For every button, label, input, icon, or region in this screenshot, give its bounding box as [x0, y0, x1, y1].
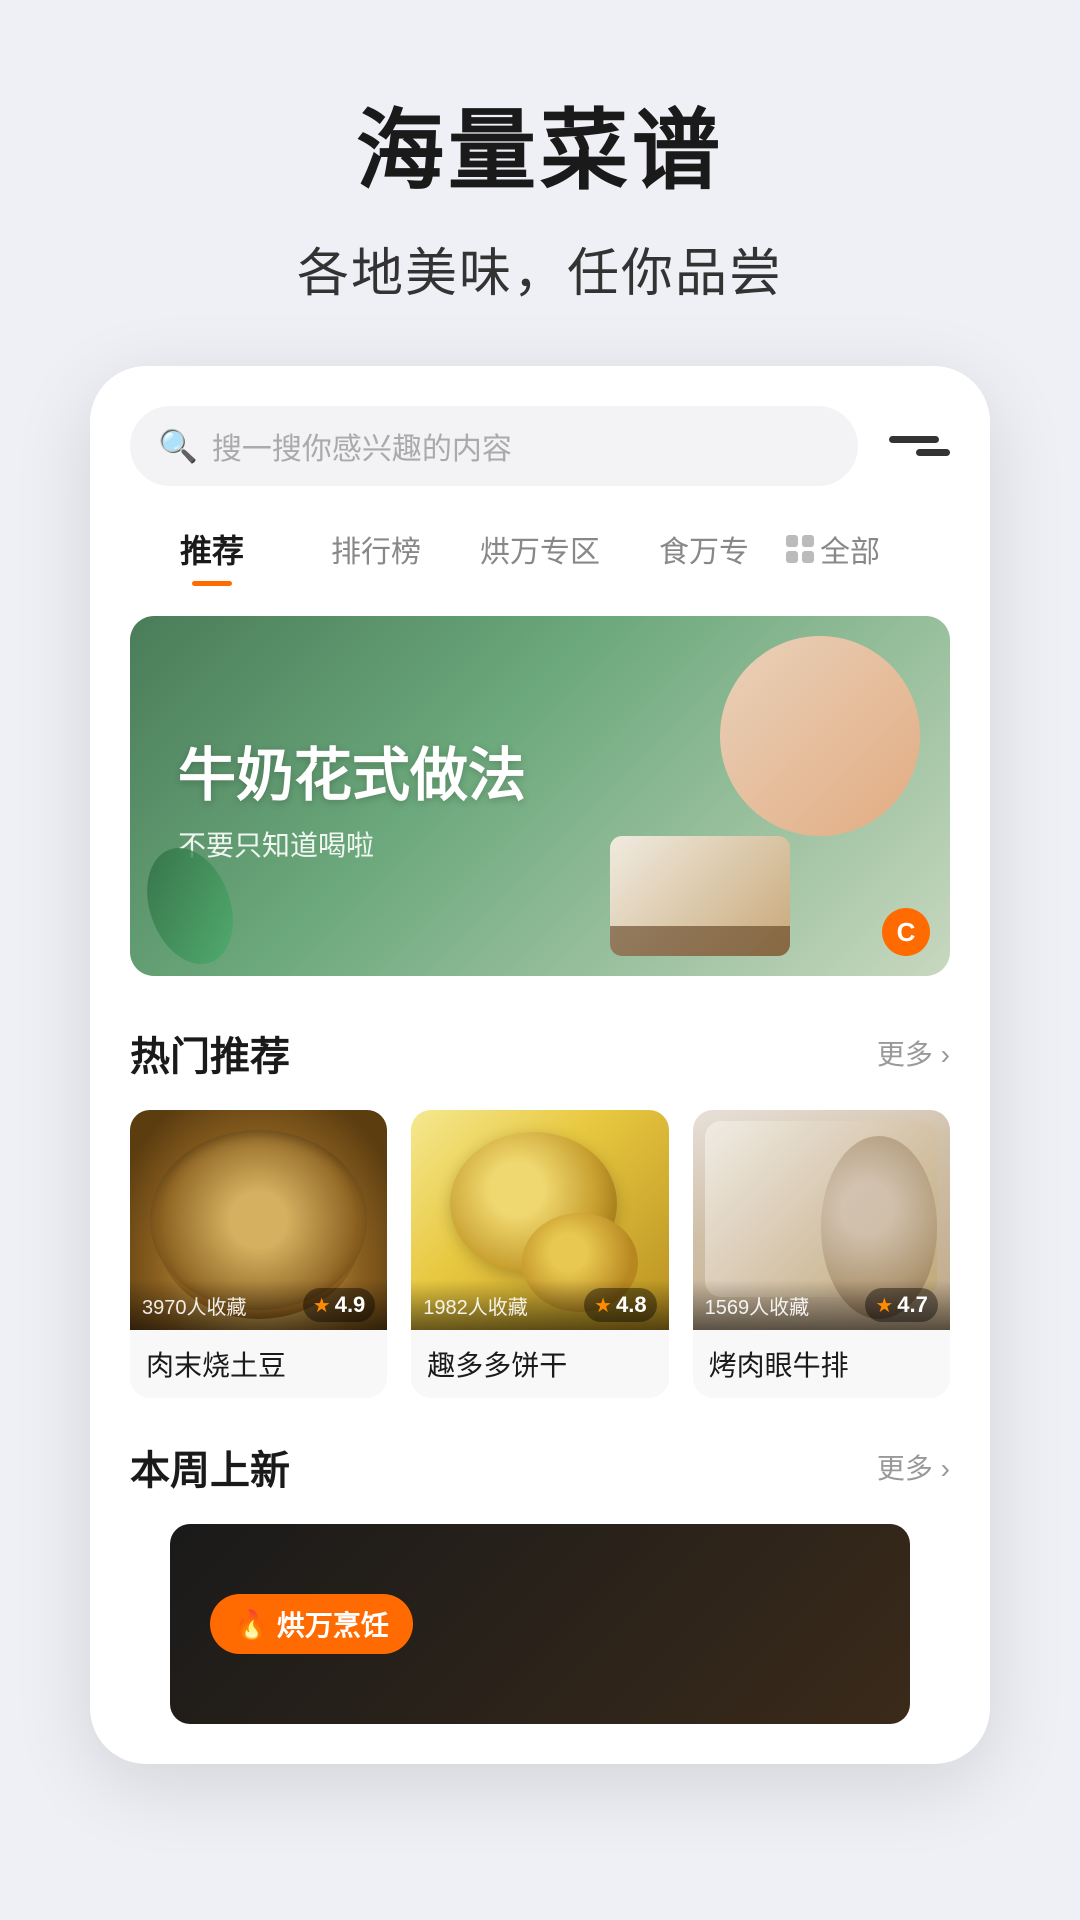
- recipe-card-2[interactable]: 1982人收藏 ★ 4.8 趣多多饼干: [411, 1110, 668, 1398]
- tab-all[interactable]: 全部: [786, 519, 950, 587]
- banner[interactable]: 牛奶花式做法 不要只知道喝啦 C: [130, 616, 950, 976]
- fire-icon: 🔥: [234, 1608, 269, 1641]
- food-deco-2: [610, 836, 790, 956]
- tab-baking[interactable]: 烘万专区: [458, 519, 622, 587]
- search-icon: 🔍: [158, 427, 198, 465]
- grid-icon: [786, 535, 814, 563]
- recipe-img-3: 1569人收藏 ★ 4.7: [693, 1110, 950, 1330]
- star-icon-3: ★: [875, 1293, 893, 1318]
- tab-food[interactable]: 食万专: [622, 519, 786, 587]
- recipe-name-3: 烤肉眼牛排: [693, 1330, 950, 1398]
- new-section-title: 本周上新: [130, 1438, 290, 1496]
- recipe-rating-1: ★ 4.9: [303, 1288, 376, 1322]
- tab-recommend[interactable]: 推荐: [130, 518, 294, 588]
- rating-num-2: 4.8: [616, 1292, 647, 1318]
- recipe-collect-2: 1982人收藏: [423, 1291, 528, 1320]
- new-badge: 🔥 烘万烹饪: [210, 1594, 413, 1654]
- new-section-header: 本周上新 更多 ›: [130, 1438, 950, 1496]
- rating-num-3: 4.7: [897, 1292, 928, 1318]
- phone-card: 🔍 搜一搜你感兴趣的内容 推荐 排行榜 烘万专区 食万专 全部: [90, 366, 990, 1764]
- recipe-card-1[interactable]: 3970人收藏 ★ 4.9 肉末烧土豆: [130, 1110, 387, 1398]
- food-deco-1: [720, 636, 920, 836]
- search-placeholder-text: 搜一搜你感兴趣的内容: [212, 424, 512, 468]
- recipe-overlay-3: 1569人收藏 ★ 4.7: [693, 1280, 950, 1330]
- hot-section-more[interactable]: 更多 ›: [877, 1033, 950, 1073]
- recipe-name-2: 趣多多饼干: [411, 1330, 668, 1398]
- new-badge-text: 烘万烹饪: [277, 1604, 389, 1644]
- new-section-card[interactable]: 🔥 烘万烹饪: [170, 1524, 910, 1724]
- recipe-img-1: 3970人收藏 ★ 4.9: [130, 1110, 387, 1330]
- recipe-rating-3: ★ 4.7: [865, 1288, 938, 1322]
- recipe-rating-2: ★ 4.8: [584, 1288, 657, 1322]
- recipe-collect-1: 3970人收藏: [142, 1291, 247, 1320]
- hot-section: 热门推荐 更多 › 3970人收藏 ★ 4.9: [90, 1024, 990, 1398]
- recipe-row: 3970人收藏 ★ 4.9 肉末烧土豆: [130, 1110, 950, 1398]
- star-icon-2: ★: [594, 1293, 612, 1318]
- main-title: 海量菜谱: [40, 80, 1040, 207]
- hot-section-title: 热门推荐: [130, 1024, 290, 1082]
- recipe-overlay-1: 3970人收藏 ★ 4.9: [130, 1280, 387, 1330]
- menu-bar-top: [889, 436, 939, 443]
- rating-num-1: 4.9: [335, 1292, 366, 1318]
- brand-badge: C: [882, 908, 930, 956]
- star-icon-1: ★: [313, 1293, 331, 1318]
- search-bar[interactable]: 🔍 搜一搜你感兴趣的内容: [130, 406, 858, 486]
- recipe-overlay-2: 1982人收藏 ★ 4.8: [411, 1280, 668, 1330]
- menu-bar-bottom: [916, 449, 950, 456]
- new-section: 本周上新 更多 › 🔥 烘万烹饪: [90, 1438, 990, 1724]
- menu-icon[interactable]: [878, 410, 950, 482]
- sub-title: 各地美味，任你品尝: [40, 231, 1040, 306]
- recipe-card-3[interactable]: 1569人收藏 ★ 4.7 烤肉眼牛排: [693, 1110, 950, 1398]
- new-section-more[interactable]: 更多 ›: [877, 1447, 950, 1487]
- search-bar-row: 🔍 搜一搜你感兴趣的内容: [90, 406, 990, 486]
- recipe-img-2: 1982人收藏 ★ 4.8: [411, 1110, 668, 1330]
- tabs-row: 推荐 排行榜 烘万专区 食万专 全部: [90, 518, 990, 588]
- hot-section-header: 热门推荐 更多 ›: [130, 1024, 950, 1082]
- recipe-name-1: 肉末烧土豆: [130, 1330, 387, 1398]
- recipe-collect-3: 1569人收藏: [705, 1291, 810, 1320]
- tab-ranking[interactable]: 排行榜: [294, 519, 458, 587]
- header-section: 海量菜谱 各地美味，任你品尝: [0, 0, 1080, 366]
